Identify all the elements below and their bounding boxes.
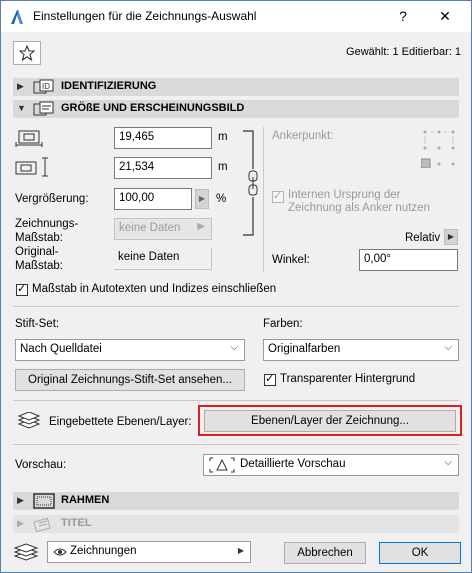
section-label: RAHMEN [61, 494, 110, 506]
angle-input[interactable]: 0,00° [359, 249, 458, 271]
scale-input[interactable]: 100,00 [114, 188, 192, 210]
eye-icon [53, 548, 67, 556]
section-identifizierung[interactable]: ▶ ID IDENTIFIZIERUNG [13, 78, 459, 96]
drawing-layers-button[interactable]: Ebenen/Layer der Zeichnung... [204, 410, 456, 432]
close-button[interactable]: ✕ [433, 6, 457, 26]
star-icon [19, 45, 35, 61]
width-input[interactable]: 19,465 [114, 127, 212, 149]
drawing-layers-footer-icon [13, 543, 39, 561]
settings-dialog: Einstellungen für die Zeichnungs-Auswahl… [0, 0, 472, 573]
anchor-point-grid-icon [421, 130, 455, 168]
proportion-link-icon[interactable] [241, 129, 259, 237]
anchor-label: Ankerpunkt: [272, 130, 334, 142]
title-icon [33, 517, 51, 532]
original-scale-value: keine Daten [114, 248, 212, 270]
title-bar: Einstellungen für die Zeichnungs-Auswahl… [1, 1, 471, 32]
view-filter-select[interactable]: Zeichnungen ▶ [47, 541, 251, 563]
angle-label: Winkel: [272, 254, 310, 266]
section-titel: ▶ TITEL [13, 515, 459, 533]
divider [13, 306, 459, 307]
frame-icon [33, 493, 55, 509]
id-tag-icon: ID [33, 79, 54, 94]
section-label: IDENTIFIZIERUNG [61, 80, 157, 92]
pen-set-label: Stift-Set: [15, 318, 60, 330]
drawing-size-icon [33, 101, 54, 116]
expand-triangle-icon: ▶ [17, 518, 24, 528]
divider [13, 400, 459, 401]
colors-label: Farben: [263, 318, 303, 330]
transparent-background-checkbox[interactable] [264, 372, 276, 386]
selection-status: Gewählt: 1 Editierbar: 1 [346, 46, 461, 58]
relative-toggle[interactable]: ▶ [444, 229, 458, 245]
drawing-scale-select: keine Daten ▶ [114, 218, 212, 240]
layers-icon [17, 412, 41, 429]
preview-select[interactable]: Detaillierte Vorschau ⌵ [203, 454, 459, 476]
chevron-down-icon: ⌵ [444, 342, 452, 353]
expand-triangle-icon[interactable]: ▶ [17, 81, 24, 92]
layers-label: Eingebettete Ebenen/Layer: [49, 416, 192, 428]
chevron-down-icon: ⌵ [444, 457, 452, 468]
view-pen-set-button[interactable]: Original Zeichnungs-Stift-Set ansehen... [15, 369, 245, 391]
window-title: Einstellungen für die Zeichnungs-Auswahl [33, 9, 257, 23]
height-icon [15, 157, 48, 177]
favorites-button[interactable] [13, 41, 41, 65]
preview-label: Vorschau: [15, 459, 67, 471]
chevron-down-icon: ⌵ [230, 342, 238, 353]
detailed-preview-icon [209, 457, 235, 473]
transparent-background-label: Transparenter Hintergrund [280, 373, 416, 385]
height-input[interactable]: 21,534 [114, 157, 212, 179]
relative-label: Relativ [405, 232, 441, 244]
scale-stepper[interactable]: ▶ [195, 189, 209, 209]
archicad-logo-icon [11, 10, 23, 24]
scale-autotext-checkbox[interactable] [16, 282, 28, 296]
width-icon [15, 130, 43, 147]
height-unit: m [218, 161, 228, 173]
ok-button[interactable]: OK [379, 542, 461, 564]
drawing-scale-label: Zeichnungs- Maßstab: [15, 218, 79, 244]
original-scale-label: Original- Maßstab: [15, 246, 63, 272]
width-unit: m [218, 131, 228, 143]
cancel-button[interactable]: Abbrechen [284, 542, 366, 564]
origin-anchor-label: Internen Ursprung der Zeichnung als Anker… [288, 189, 430, 214]
scale-autotext-label: Maßstab in Autotexten und Indizes einsch… [32, 283, 277, 295]
scale-label: Vergrößerung: [15, 193, 89, 205]
svg-text:ID: ID [42, 82, 50, 91]
pen-set-select[interactable]: Nach Quelldatei ⌵ [15, 339, 245, 361]
section-label: TITEL [61, 517, 92, 529]
origin-anchor-checkbox[interactable] [272, 189, 284, 203]
section-label: GRÖßE UND ERSCHEINUNGSBILD [61, 102, 245, 114]
section-rahmen[interactable]: ▶ RAHMEN [13, 492, 459, 510]
help-button[interactable]: ? [393, 6, 413, 26]
collapse-triangle-icon[interactable]: ▼ [17, 103, 26, 113]
percent-unit: % [216, 193, 227, 205]
divider [263, 127, 264, 272]
expand-triangle-icon[interactable]: ▶ [17, 495, 24, 506]
divider [13, 444, 459, 445]
colors-select[interactable]: Originalfarben ⌵ [263, 339, 459, 361]
section-groesse[interactable]: ▼ GRÖßE UND ERSCHEINUNGSBILD [13, 100, 459, 118]
